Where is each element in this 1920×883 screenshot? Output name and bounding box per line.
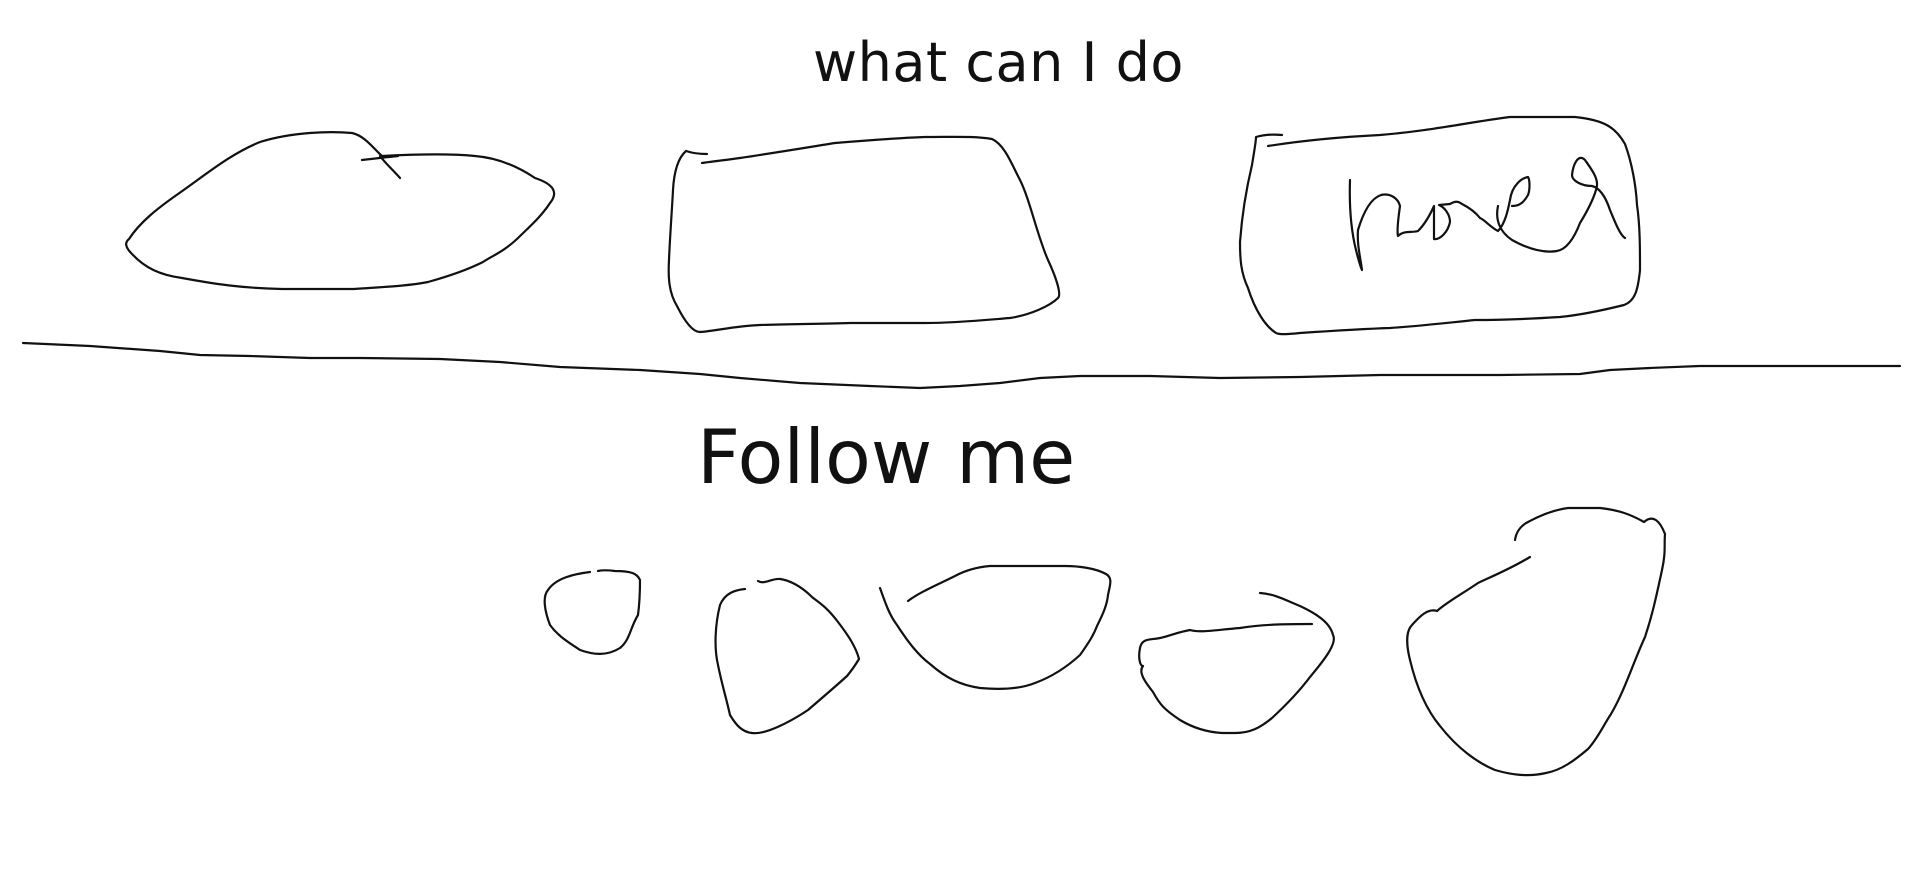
wavy-divider-line	[21, 341, 1902, 390]
top-title: what can I do	[813, 31, 1184, 94]
top-left-oval-outline	[125, 131, 556, 291]
section-title: Follow me	[697, 413, 1076, 501]
top-left-oval-tick	[360, 154, 402, 180]
sketch-canvas: what can I do Follow me	[0, 0, 1920, 883]
bottom-shape-5	[1406, 506, 1667, 777]
bottom-shape-4	[1138, 591, 1335, 735]
bottom-shape-1	[543, 569, 642, 655]
bottom-shape-2	[714, 577, 861, 735]
top-right-box-squiggle	[1348, 156, 1627, 272]
top-middle-box-outline	[667, 135, 1061, 334]
bottom-shape-3	[878, 564, 1112, 691]
